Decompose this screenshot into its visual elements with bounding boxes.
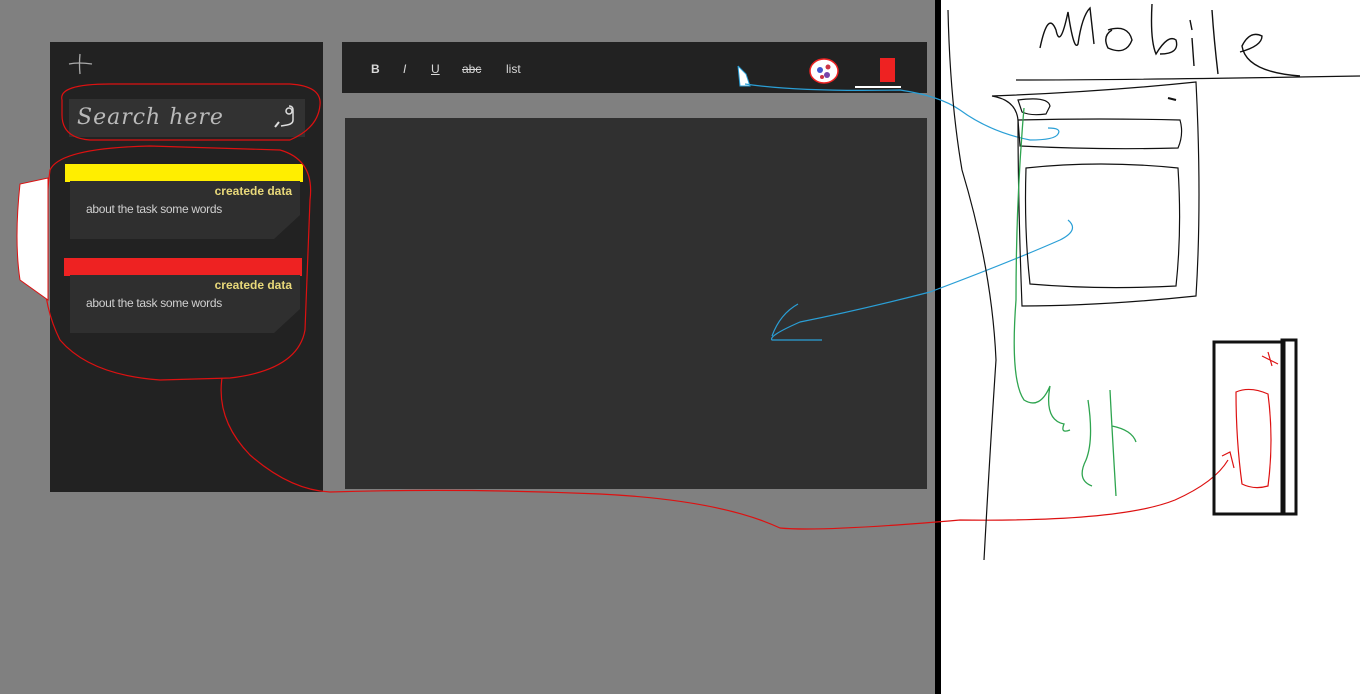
editor-area[interactable] xyxy=(345,118,927,489)
note-date: createde data xyxy=(214,184,292,198)
swipe-panel-sketch xyxy=(16,177,49,301)
avatar-icon xyxy=(809,58,839,84)
note-date: createde data xyxy=(214,278,292,292)
underline-mark xyxy=(855,86,901,88)
divider-line xyxy=(935,0,941,694)
document-icon[interactable] xyxy=(728,62,754,88)
search-input[interactable]: Search here xyxy=(69,99,305,137)
underline-button[interactable]: U xyxy=(431,62,440,76)
note-card[interactable]: createde data about the task some words xyxy=(70,181,300,239)
dogear-icon xyxy=(274,215,300,239)
note-text: about the task some words xyxy=(86,202,222,216)
wireframe-canvas: Search here createde data about the task… xyxy=(0,0,1360,694)
search-icon[interactable] xyxy=(271,102,301,132)
search-placeholder: Search here xyxy=(77,105,224,130)
mobile-sketch-area xyxy=(940,0,1360,694)
note-text: about the task some words xyxy=(86,296,222,310)
note-card[interactable]: createde data about the task some words xyxy=(70,275,300,333)
list-button[interactable]: list xyxy=(506,62,521,76)
note-color-bar-yellow xyxy=(65,164,303,182)
note-color-bar-red xyxy=(64,258,302,276)
dogear-icon xyxy=(274,309,300,333)
plus-icon xyxy=(68,53,93,75)
red-color-button[interactable] xyxy=(880,58,895,82)
bold-button[interactable]: B xyxy=(371,62,380,76)
italic-button[interactable]: I xyxy=(403,62,406,76)
add-note-button[interactable] xyxy=(66,52,94,76)
strikethrough-button[interactable]: abc xyxy=(462,62,481,76)
avatar[interactable] xyxy=(808,57,840,85)
